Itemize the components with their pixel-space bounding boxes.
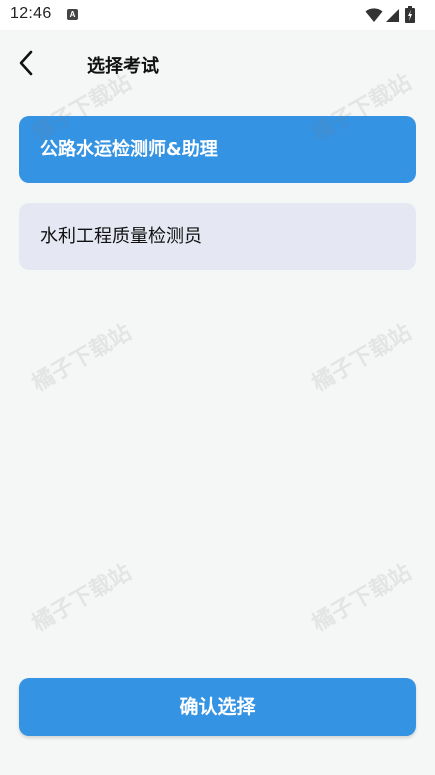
battery-icon [405,6,415,23]
exam-option-label: 水利工程质量检测员 [40,226,202,247]
signal-icon [386,9,399,22]
exam-option-hydraulic[interactable]: 水利工程质量检测员 [19,203,416,270]
exam-option-label: 公路水运检测师&助理 [40,139,218,160]
header: 选择考试 [0,30,435,100]
chevron-left-icon [19,50,33,76]
system-icons [365,6,425,24]
back-button[interactable] [12,48,42,78]
status-bar: 12:46 A [0,0,435,30]
notification-icon: A [67,9,78,20]
wifi-icon [365,8,383,22]
watermark: 橘子下载站 [28,320,136,397]
watermark: 橘子下载站 [308,320,416,397]
exam-option-highway-waterway[interactable]: 公路水运检测师&助理 [19,116,416,183]
confirm-button[interactable]: 确认选择 [19,678,416,736]
watermark: 橘子下载站 [28,560,136,637]
page-title: 选择考试 [87,56,159,77]
watermark: 橘子下载站 [308,560,416,637]
status-time: 12:46 [10,5,52,22]
